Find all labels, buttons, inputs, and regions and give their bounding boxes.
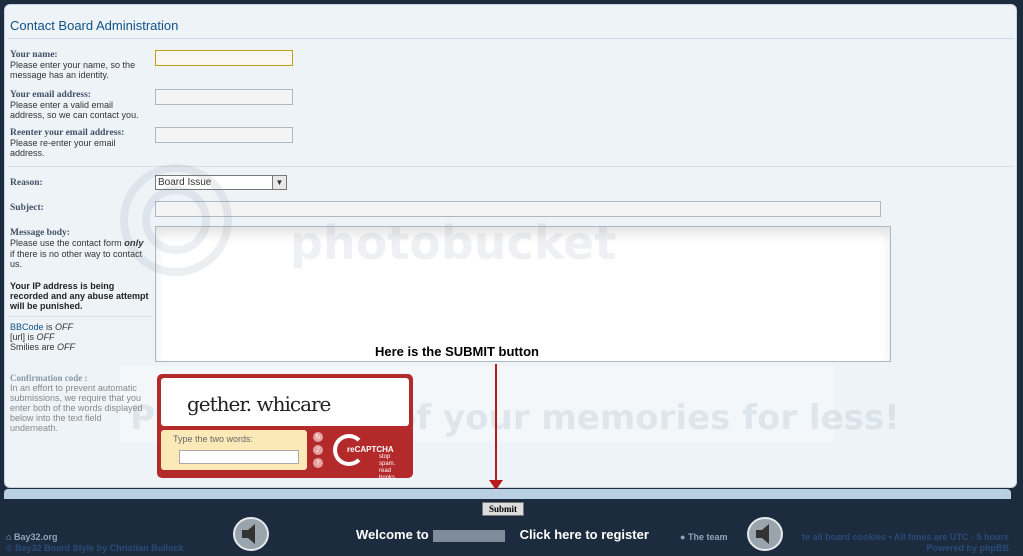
bbcode-link[interactable]: BBCode (10, 322, 44, 332)
reason-label: Reason: (10, 178, 43, 188)
captcha-image: gether. whicare (161, 378, 409, 426)
welcome-banner[interactable]: Welcome to Click here to register (356, 527, 649, 542)
email-confirm-input[interactable] (155, 127, 293, 143)
captcha-controls: ↻ ♪ ? (313, 432, 327, 472)
ip-warning-block: Your IP address is being recorded and an… (10, 281, 150, 311)
recaptcha-logo: reCAPTCHA stop spam. read books. (333, 434, 407, 481)
name-help: Please enter your name, so the message h… (10, 60, 136, 80)
help-icon[interactable]: ? (313, 458, 323, 468)
email-input[interactable] (155, 89, 293, 105)
confirmation-label-block: Confirmation code : In an effort to prev… (10, 373, 150, 433)
submit-annotation: Here is the SUBMIT button (375, 344, 539, 359)
chevron-down-icon[interactable]: ▼ (272, 176, 286, 189)
email-confirm-help: Please re-enter your email address. (10, 138, 116, 158)
options-block: BBCode is OFF [url] is OFF Smilies are O… (10, 322, 150, 352)
ip-warning: Your IP address is being recorded and an… (10, 281, 149, 311)
footer-left: ⌂ Bay32.org © Bay32 Board Style by Chris… (6, 532, 184, 554)
name-label: Your name: (10, 50, 58, 60)
bbcode-status: BBCode is OFF (10, 322, 74, 332)
email-confirm-label: Reenter your email address: (10, 128, 125, 138)
title-divider (8, 38, 1014, 39)
footer-right: te all board cookies • All times are UTC… (802, 532, 1009, 554)
footer-credit: © Bay32 Board Style by Christian Bullock (6, 543, 184, 553)
team-icon: ● (680, 532, 686, 542)
email-help: Please enter a valid email address, so w… (10, 100, 139, 120)
options-divider (8, 316, 152, 317)
footer-powered-by: Powered by phpBB (926, 543, 1009, 553)
captcha-input-label: Type the two words: (173, 434, 254, 444)
message-help-pre: Please use the contact form (10, 238, 125, 248)
smilies-status: Smilies are OFF (10, 342, 76, 352)
subject-label: Subject: (10, 203, 44, 213)
watermark-brand: photobucket (290, 216, 617, 270)
subject-label-block: Subject: (10, 203, 44, 213)
name-label-block: Your name: Please enter your name, so th… (10, 50, 150, 80)
audio-icon[interactable]: ♪ (313, 445, 323, 455)
recaptcha-widget: gether. whicare Type the two words: ↻ ♪ … (157, 374, 413, 481)
redacted-site-name (432, 529, 505, 542)
reason-label-block: Reason: (10, 178, 43, 188)
page-title: Contact Board Administration (10, 18, 179, 33)
annotation-arrow-shaft (495, 364, 497, 482)
register-link[interactable]: Click here to register (520, 527, 649, 542)
email-label: Your email address: (10, 90, 91, 100)
url-status: [url] is OFF (10, 332, 55, 342)
speaker-icon[interactable] (232, 516, 270, 552)
submit-button[interactable]: Submit (482, 502, 524, 516)
footer-cookies-timezone[interactable]: te all board cookies • All times are UTC… (802, 532, 1009, 543)
home-icon: ⌂ (6, 532, 12, 542)
email-confirm-label-block: Reenter your email address: Please re-en… (10, 128, 150, 158)
footer-site-link[interactable]: Bay32.org (14, 532, 58, 542)
confirmation-label: Confirmation code : (10, 373, 88, 383)
subject-input[interactable] (155, 201, 881, 217)
name-input[interactable] (155, 50, 293, 66)
email-label-block: Your email address: Please enter a valid… (10, 90, 150, 120)
captcha-input[interactable] (179, 450, 299, 464)
recaptcha-brand: reCAPTCHA (347, 445, 394, 454)
footer-team: ● The team (680, 532, 728, 542)
recaptcha-tagline: stop spam. read books. (379, 454, 397, 481)
captcha-input-area: Type the two words: (161, 430, 307, 470)
confirmation-help: In an effort to prevent automatic submis… (10, 383, 143, 433)
speaker-icon-right[interactable] (746, 516, 784, 552)
refresh-icon[interactable]: ↻ (313, 432, 323, 442)
watermark-logo-icon (120, 164, 232, 276)
form-footer-bar (4, 489, 1011, 499)
